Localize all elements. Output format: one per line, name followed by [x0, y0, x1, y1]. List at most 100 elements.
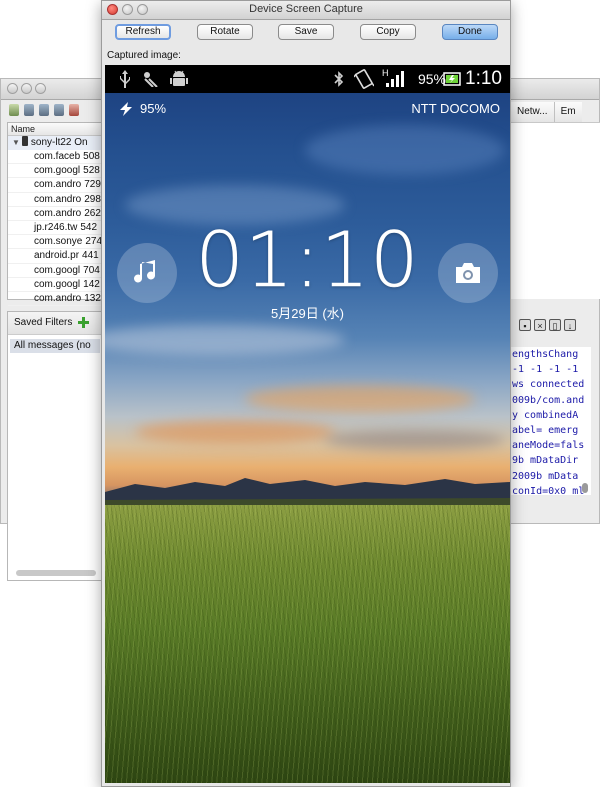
right-tab-strip: Netw... Em — [510, 102, 582, 122]
done-button[interactable]: Done — [442, 24, 498, 40]
process-row[interactable]: com.andro 729 — [8, 178, 102, 193]
dump-hprof-icon[interactable] — [39, 104, 49, 116]
process-name: android.pr — [34, 250, 80, 262]
lockscreen-clock: 01:10 — [195, 215, 420, 305]
process-row[interactable]: com.andro 298 — [8, 193, 102, 207]
process-name: com.andro — [34, 193, 82, 205]
process-pid: 704 — [83, 264, 100, 276]
vertical-scrollbar[interactable] — [582, 483, 588, 493]
charging-bolt-icon — [120, 102, 132, 116]
clear-log-icon[interactable]: × — [534, 319, 546, 331]
disclosure-triangle-icon[interactable]: ▼ — [12, 138, 20, 147]
android-debug-icon — [170, 70, 188, 86]
process-name: com.googl — [34, 165, 81, 177]
process-row[interactable]: android.pr 441 — [8, 249, 102, 264]
saved-filters-header: Saved Filters — [8, 312, 102, 335]
log-line: 009b/com.and — [512, 394, 585, 406]
update-threads-icon[interactable] — [54, 104, 64, 116]
filter-item[interactable]: All messages (no — [10, 339, 100, 353]
device-column-header[interactable]: Name — [8, 123, 102, 136]
process-pid: 142 — [83, 278, 100, 290]
log-line: 2009b mData — [512, 470, 579, 482]
lockscreen-battery-percent: 95% — [140, 101, 167, 116]
tab-emulator[interactable]: Em — [553, 102, 582, 122]
carrier-name: NTT DOCOMO — [411, 101, 500, 116]
process-name: com.andro — [34, 292, 82, 304]
vibrate-icon — [354, 69, 374, 89]
cloud — [325, 430, 505, 450]
device-row[interactable]: ▼ sony-lt22 On — [8, 136, 102, 150]
cloud — [245, 385, 475, 413]
bluetooth-icon — [334, 71, 344, 87]
log-line: aneMode=fals — [512, 440, 585, 452]
log-line: conId=0x0 ml — [512, 485, 585, 495]
process-row[interactable]: jp.r246.tw 542 — [8, 221, 102, 236]
captured-image: H 95% 1:10 95% NTT DOCOMO 01:10 5月29日 (水… — [105, 65, 510, 783]
save-button[interactable]: Save — [278, 24, 334, 40]
device-name: sony-lt22 On — [30, 137, 88, 148]
log-line: engthsChang — [512, 349, 579, 360]
add-filter-icon[interactable] — [78, 317, 89, 328]
process-pid: 441 — [82, 250, 99, 262]
battery-charging-icon — [443, 72, 461, 86]
rotate-button[interactable]: Rotate — [197, 24, 253, 40]
window-zoom-button[interactable] — [35, 83, 46, 94]
logcat-toolbar: ▪ × ▯ ↓ — [519, 319, 576, 331]
process-pid: 729 — [84, 179, 101, 191]
stop-process-icon[interactable] — [69, 104, 79, 116]
saved-filters-panel: Saved Filters All messages (no — [7, 311, 103, 581]
cloud — [105, 325, 345, 355]
log-line: -1 -1 -1 -1 — [512, 364, 579, 376]
process-pid: 262 — [84, 207, 101, 219]
right-panel — [510, 122, 600, 299]
horizontal-scrollbar[interactable] — [16, 570, 96, 576]
process-row[interactable]: com.googl 528 — [8, 164, 102, 179]
process-row[interactable]: com.sonye 274 — [8, 235, 102, 250]
process-name: jp.r246.tw — [34, 221, 78, 233]
toggle-columns-icon[interactable]: ▯ — [549, 319, 561, 331]
captured-image-label: Captured image: — [107, 50, 181, 61]
tab-network[interactable]: Netw... — [510, 102, 554, 122]
process-pid: 298 — [84, 193, 101, 205]
dialog-title: Device Screen Capture — [249, 3, 363, 15]
process-pid: 132 — [84, 292, 101, 304]
network-sync-icon — [144, 72, 158, 87]
process-row[interactable]: com.googl 704 — [8, 264, 102, 278]
status-battery-percent: 95% — [417, 71, 446, 87]
process-name: com.andro — [34, 179, 82, 191]
log-line: ws connected — [512, 379, 585, 391]
process-pid: 528 — [83, 165, 100, 177]
process-name: com.faceb — [34, 151, 81, 162]
process-row[interactable]: com.faceb 508 — [8, 150, 102, 165]
wheat-field — [105, 505, 510, 783]
process-row[interactable]: com.andro 262 — [8, 207, 102, 221]
cloud — [135, 420, 335, 444]
process-list: com.faceb 508 com.googl 528 com.andro 729 com.… — [8, 150, 102, 307]
log-line: abel= emerg — [512, 425, 579, 437]
process-name: com.googl — [34, 278, 81, 290]
lockscreen-date: 5月29日 (水) — [271, 306, 344, 321]
log-line: y combinedA — [512, 409, 579, 421]
debug-process-icon[interactable] — [9, 104, 19, 116]
save-log-icon[interactable]: ▪ — [519, 319, 531, 331]
ddms-toolbar — [9, 101, 79, 119]
process-row[interactable]: com.andro 132 — [8, 292, 102, 307]
phone-icon — [21, 136, 28, 146]
copy-button[interactable]: Copy — [360, 24, 416, 40]
window-minimize-button[interactable] — [21, 83, 32, 94]
mountains — [105, 478, 510, 510]
window-close-button[interactable] — [7, 83, 18, 94]
refresh-button[interactable]: Refresh — [115, 24, 171, 40]
saved-filters-title: Saved Filters — [14, 317, 73, 328]
process-pid: 542 — [80, 221, 98, 233]
scroll-lock-icon[interactable]: ↓ — [564, 319, 576, 331]
status-time: 1:10 — [465, 68, 502, 89]
process-row[interactable]: com.googl 142 — [8, 278, 102, 292]
signal-strength-icon — [386, 71, 404, 87]
device-panel: Name ▼ sony-lt22 On com.faceb 508 com.googl… — [7, 122, 103, 307]
process-name: com.sonye — [34, 236, 83, 248]
android-status-bar: H 95% 1:10 — [105, 65, 510, 93]
update-heap-icon[interactable] — [24, 104, 34, 116]
process-pid: 508 — [83, 151, 100, 162]
process-name: com.andro — [34, 207, 82, 219]
